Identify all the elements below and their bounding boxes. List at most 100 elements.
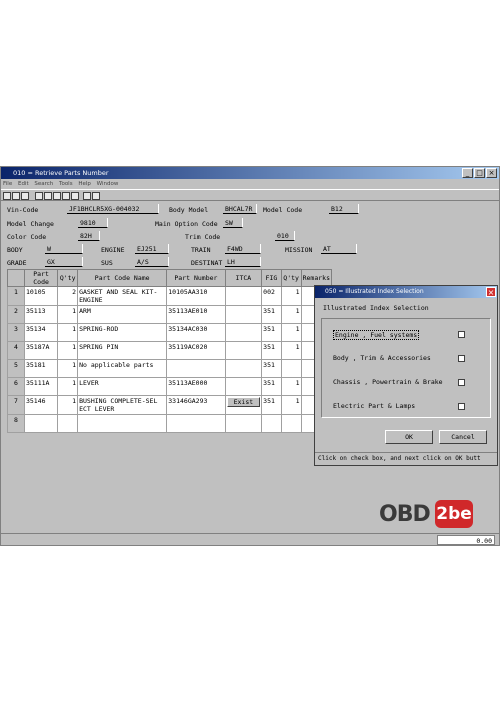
close-button[interactable]: × <box>486 168 497 178</box>
cell-part-code: 35146 <box>23 395 59 415</box>
header-rownum <box>7 269 25 287</box>
header-qty[interactable]: Q'ty <box>57 269 79 287</box>
menu-tools[interactable]: Tools <box>59 181 73 187</box>
exist-button[interactable]: Exist <box>226 397 261 407</box>
cell-part-number <box>166 359 226 378</box>
train-field: F4WD <box>225 244 261 254</box>
cell-part-name: SPRING PIN <box>77 341 168 360</box>
parts-grid: Part Code Q'ty Part Code Name Part Numbe… <box>7 269 333 433</box>
cell-qty: 1 <box>57 305 79 324</box>
table-header-row: Part Code Q'ty Part Code Name Part Numbe… <box>7 269 333 287</box>
menu-help[interactable]: Help <box>78 181 91 187</box>
main-option-field: SW <box>223 218 243 228</box>
open-icon[interactable] <box>3 192 11 200</box>
option-body-label[interactable]: Body , Trim & Accessories <box>333 354 431 362</box>
dialog-ok-button[interactable]: OK <box>385 430 433 444</box>
main-option-label: Main Option Code <box>155 220 218 228</box>
table-row[interactable]: 6 35111A 1 LEVER 35113AE000 351 1 <box>7 377 333 396</box>
header-part-code[interactable]: Part Code <box>23 269 59 287</box>
table-row[interactable]: 8 <box>7 414 333 433</box>
cell-fig: 351 <box>261 305 282 324</box>
save-icon[interactable] <box>12 192 20 200</box>
cell-part-code: 35113 <box>23 305 59 324</box>
print-icon[interactable] <box>21 192 29 200</box>
row-number: 7 <box>7 395 25 415</box>
option-electric-checkbox[interactable] <box>458 403 465 410</box>
cell-part-code <box>23 414 59 433</box>
header-part-code-name[interactable]: Part Code Name <box>77 269 168 287</box>
retrieve-parts-window: 010 = Retrieve Parts Number _ □ × File E… <box>0 166 500 546</box>
header-fig[interactable]: FIG <box>261 269 282 287</box>
header-part-number[interactable]: Part Number <box>166 269 226 287</box>
cell-itca: Exist <box>224 395 263 415</box>
cell-part-name: SPRING-ROD <box>77 323 168 342</box>
header-remarks[interactable]: Remarks <box>300 269 333 287</box>
cell-itca <box>224 286 263 306</box>
cell-part-name: GASKET AND SEAL KIT- ENGINE <box>77 286 168 306</box>
status-value: 0.00 <box>437 535 495 545</box>
header-itca[interactable]: ITCA <box>224 269 263 287</box>
option-chassis-checkbox[interactable] <box>458 379 465 386</box>
cell-itca <box>224 305 263 324</box>
cell-itca <box>224 359 263 378</box>
row-number: 1 <box>7 286 25 306</box>
menu-search[interactable]: Search <box>34 181 53 187</box>
cell-part-number: 10105AA310 <box>166 286 226 306</box>
cell-part-name: LEVER <box>77 377 168 396</box>
grid-icon[interactable] <box>35 192 43 200</box>
menu-window[interactable]: Window <box>97 181 119 187</box>
model-change-field: 9810 <box>78 218 108 228</box>
option-engine-checkbox[interactable] <box>458 331 465 338</box>
option-engine-label[interactable]: Engine , Fuel systems <box>333 330 420 340</box>
menu-edit[interactable]: Edit <box>18 181 29 187</box>
part-name-line1: No applicable parts <box>79 361 154 369</box>
row-number: 2 <box>7 305 25 324</box>
dialog-close-icon[interactable]: × <box>486 287 496 297</box>
part-name-line2: ECT LEVER <box>79 405 115 413</box>
cell-fig: 351 <box>261 341 282 360</box>
dialog-cancel-button[interactable]: Cancel <box>439 430 487 444</box>
option-chassis-label[interactable]: Chassis , Powertrain & Brake <box>333 378 443 386</box>
statusbar: 0.00 <box>1 533 499 545</box>
cell-part-name <box>77 414 168 433</box>
search-icon[interactable] <box>53 192 61 200</box>
help-icon[interactable] <box>83 192 91 200</box>
train-label: TRAIN <box>191 246 211 254</box>
cell-part-code: 10105 <box>23 286 59 306</box>
grade-label: GRADE <box>7 259 27 267</box>
cell-qty2: 1 <box>280 286 302 306</box>
obd2be-logo: OBD 2be <box>379 500 473 530</box>
cell-qty2 <box>280 359 302 378</box>
minimize-button[interactable]: _ <box>462 168 473 178</box>
table-row[interactable]: 3 35134 1 SPRING-ROD 35134AC030 351 1 <box>7 323 333 342</box>
window-titlebar: 010 = Retrieve Parts Number _ □ × <box>1 167 499 179</box>
model-code-field: B12 <box>329 204 359 214</box>
part-name-line1: SPRING-ROD <box>79 325 119 333</box>
table-row[interactable]: 1 10105 2 GASKET AND SEAL KIT- ENGINE 10105AA… <box>7 286 333 306</box>
table-row[interactable]: 7 35146 1 BUSHING COMPLETE-SEL ECT LEVER 3314… <box>7 395 333 415</box>
zoom-icon[interactable] <box>62 192 70 200</box>
option-body-checkbox[interactable] <box>458 355 465 362</box>
table-row[interactable]: 4 35187A 1 SPRING PIN 35119AC020 351 1 <box>7 341 333 360</box>
tools-icon[interactable] <box>71 192 79 200</box>
table-row[interactable]: 2 35113 1 ARM 35113AE010 351 1 <box>7 305 333 324</box>
cell-fig: 351 <box>261 395 282 415</box>
list-icon[interactable] <box>44 192 52 200</box>
cell-qty: 1 <box>57 377 79 396</box>
vin-field: JF1BHCLR5XG-004032 <box>67 204 159 214</box>
row-number: 4 <box>7 341 25 360</box>
table-row[interactable]: 5 35181 1 No applicable parts 351 <box>7 359 333 378</box>
maximize-button[interactable]: □ <box>474 168 485 178</box>
engine-field: EJ251 <box>135 244 169 254</box>
menu-file[interactable]: File <box>3 181 12 187</box>
part-name-line1: BUSHING COMPLETE-SEL <box>79 397 158 405</box>
cell-part-number: 33146GA293 <box>166 395 226 415</box>
body-model-field: BHCAL7R <box>223 204 257 214</box>
part-name-line1: LEVER <box>79 379 99 387</box>
header-qty2[interactable]: Q'ty <box>280 269 302 287</box>
logo-text-b: 2be <box>435 500 473 528</box>
option-electric-label[interactable]: Electric Part & Lamps <box>333 402 415 410</box>
cell-part-name: ARM <box>77 305 168 324</box>
cell-itca <box>224 414 263 433</box>
info-icon[interactable] <box>92 192 100 200</box>
